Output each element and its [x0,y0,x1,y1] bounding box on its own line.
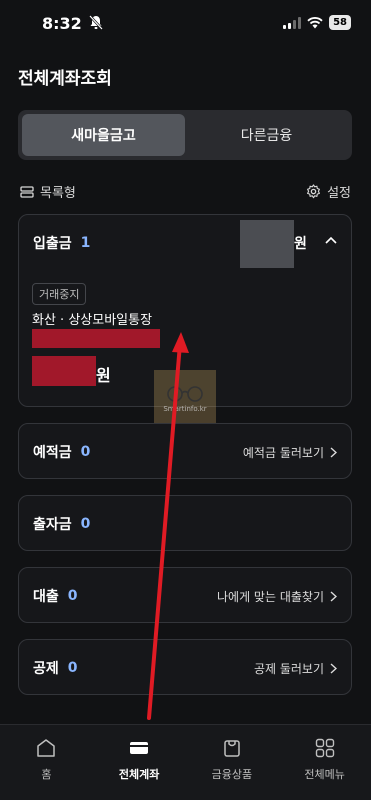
redacted-account-balance [32,356,96,386]
home-icon [37,739,56,757]
bag-icon [224,740,240,757]
chevron-right-icon [330,446,337,458]
section-count: 0 [80,444,91,460]
settings-label: 설정 [327,186,351,201]
tab-financial-products-label: 금융상품 [211,768,253,781]
grid-menu-icon [315,738,334,758]
page-title: 전체계좌조회 [18,69,112,89]
watermark: Smartinfo.kr [154,370,216,428]
bottom-tab-bar: 홈 전체계좌 금융상품 전체메뉴 [0,724,371,800]
deposit-card-label: 입출금 [33,236,72,252]
chevron-right-icon [330,590,337,602]
tab-full-menu[interactable]: 전체메뉴 [278,725,371,800]
chevron-right-icon [330,662,337,674]
redacted-balance-block [240,220,294,268]
capital-section[interactable]: 출자금 0 [18,495,352,551]
list-view-label: 목록형 [40,186,76,201]
tab-saemaeul[interactable]: 새마을금고 [22,114,185,156]
status-badge: 거래중지 [32,283,87,305]
status-bar: 8:32 58 [0,0,371,46]
account-balance-suffix: 원 [96,366,111,385]
wallet-icon [130,742,149,754]
savings-section[interactable]: 예적금 0 예적금 둘러보기 [18,423,352,479]
tab-home-label: 홈 [41,768,52,781]
section-label: 예적금 [33,445,72,461]
wifi-icon [307,16,323,28]
institution-segmented-control: 새마을금고 다른금융 [18,110,352,160]
tab-financial-products[interactable]: 금융상품 [186,725,279,800]
gear-icon [307,184,321,199]
glasses-icon [167,386,203,402]
list-view-icon [20,185,34,198]
bell-off-icon [89,15,103,30]
tab-full-menu-label: 전체메뉴 [304,768,345,781]
tab-all-accounts[interactable]: 전체계좌 [93,725,186,800]
settings-button[interactable]: 설정 [306,182,351,201]
insurance-section[interactable]: 공제 0 공제 둘러보기 [18,639,352,695]
browse-savings-label: 예적금 둘러보기 [242,445,324,460]
tab-other-finance[interactable]: 다른금융 [185,114,348,156]
battery-indicator: 58 [329,15,351,30]
section-label: 출자금 [33,517,72,533]
total-balance-suffix: 원 [294,236,307,252]
list-view-toggle[interactable]: 목록형 [20,182,76,201]
browse-insurance-label: 공제 둘러보기 [253,661,324,676]
browse-insurance-link[interactable]: 공제 둘러보기 [254,660,337,677]
section-label: 공제 [33,661,59,677]
loan-section[interactable]: 대출 0 나에게 맞는 대출찾기 [18,567,352,623]
find-loan-label: 나에게 맞는 대출찾기 [217,589,324,604]
section-label: 대출 [33,589,59,605]
chevron-up-icon[interactable] [324,235,338,245]
tab-all-accounts-label: 전체계좌 [118,768,160,781]
status-time: 8:32 [42,14,82,33]
browse-savings-link[interactable]: 예적금 둘러보기 [243,444,337,461]
account-name[interactable]: 화산 · 상상모바일통장 [32,309,152,328]
tab-home[interactable]: 홈 [0,725,93,800]
section-count: 0 [67,660,78,676]
find-loan-link[interactable]: 나에게 맞는 대출찾기 [217,588,337,605]
redacted-account-number [32,329,160,348]
signal-icon [283,16,302,29]
watermark-text: Smartinfo.kr [163,405,207,413]
section-count: 0 [67,588,78,604]
section-count: 0 [80,516,91,532]
deposit-card-count: 1 [80,235,91,251]
